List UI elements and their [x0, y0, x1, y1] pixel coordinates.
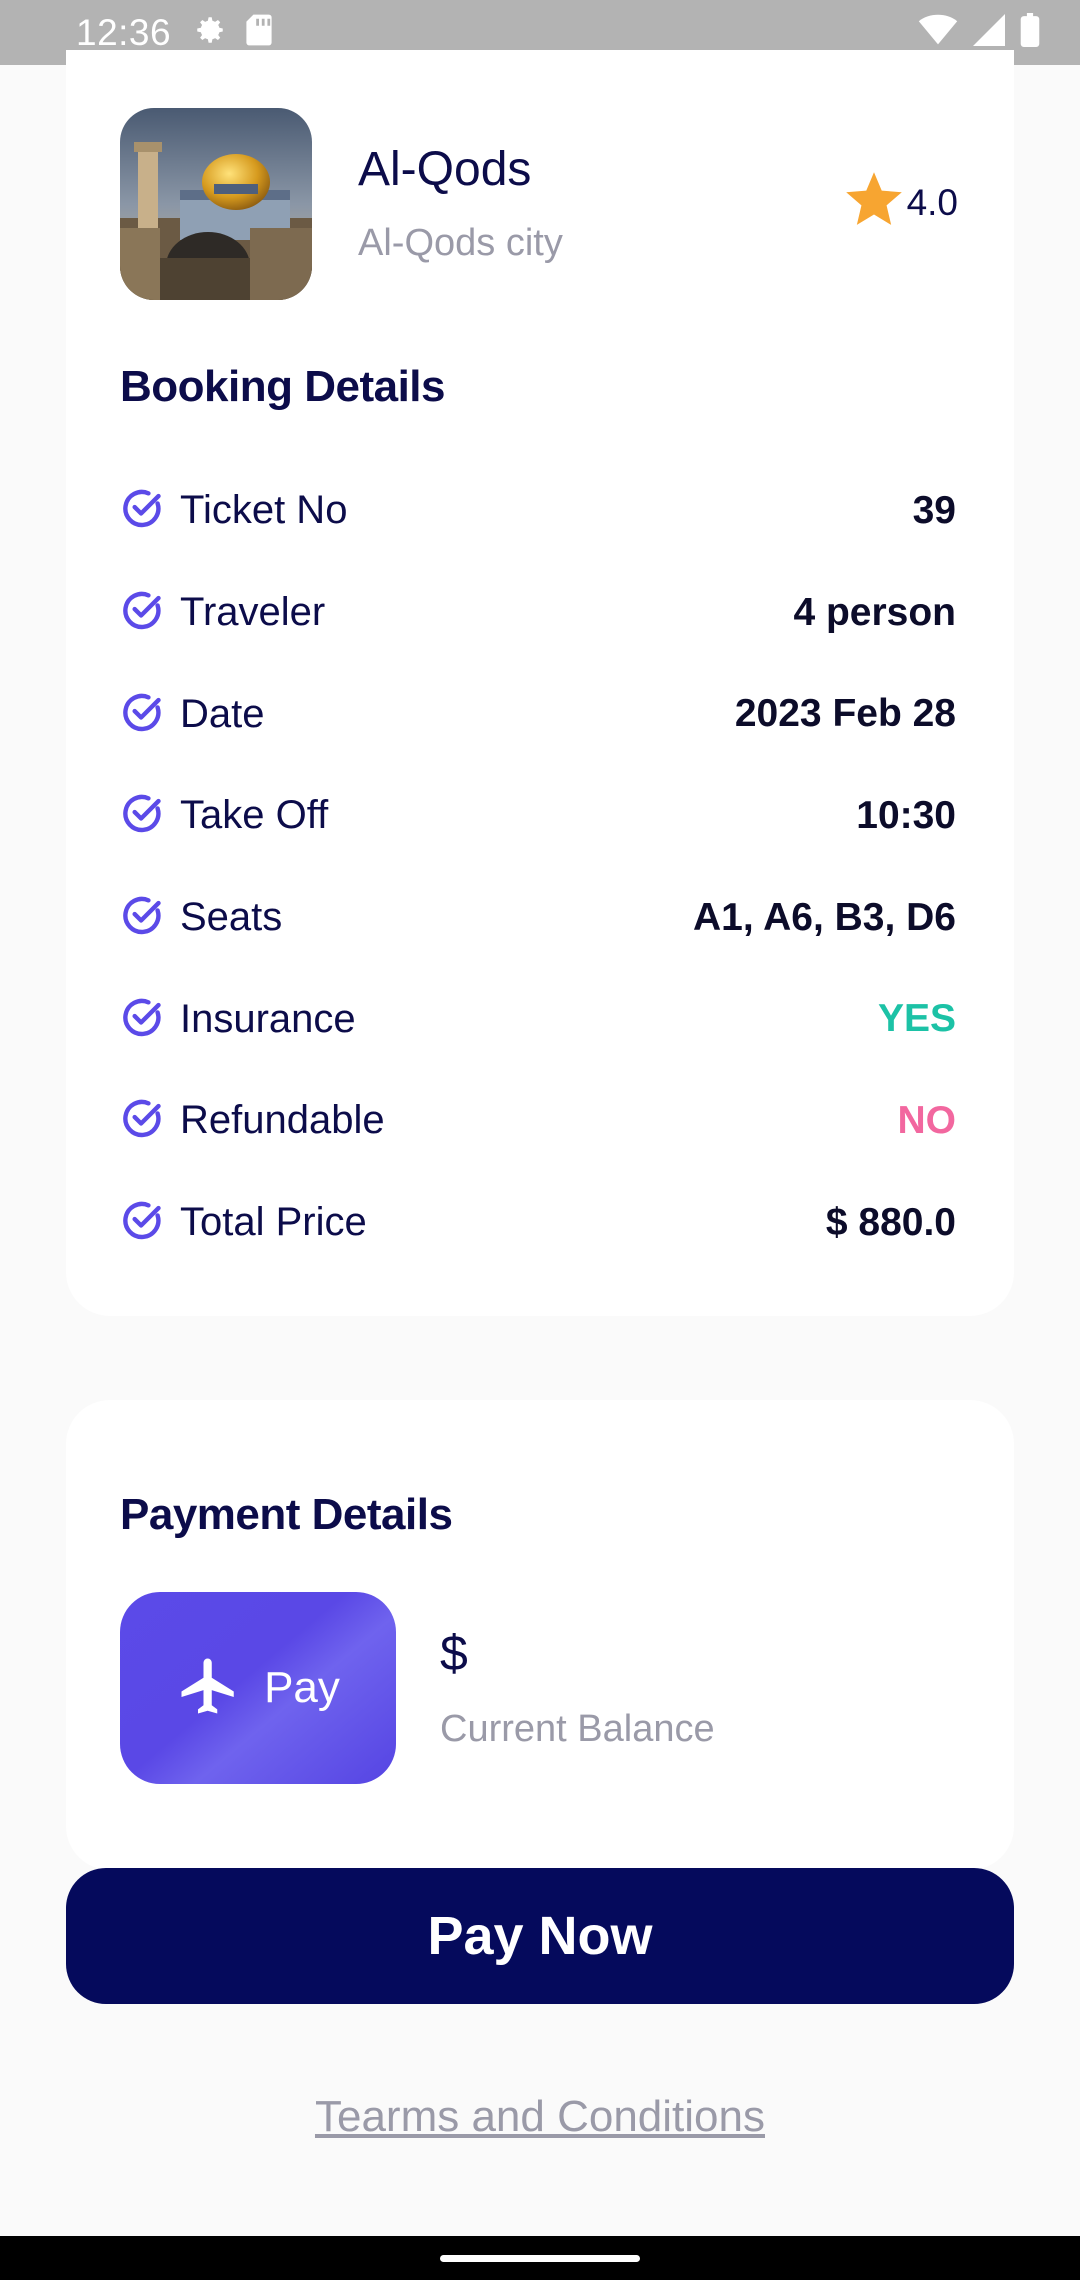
booking-details-title: Booking Details — [120, 362, 446, 411]
detail-row-take-off: Take Off 10:30 — [120, 765, 956, 867]
balance-label: Current Balance — [440, 1708, 715, 1750]
rating: 4.0 — [845, 172, 958, 233]
detail-value: 4 person — [793, 590, 956, 634]
navigation-bar — [0, 2236, 1080, 2280]
check-circle-icon — [120, 791, 164, 840]
balance-amount: $ — [440, 1625, 468, 1681]
detail-value: NO — [897, 1098, 957, 1142]
check-circle-icon — [120, 588, 164, 637]
detail-row-seats: Seats A1, A6, B3, D6 — [120, 867, 956, 969]
battery-icon — [1020, 13, 1040, 52]
sd-card-icon — [245, 13, 273, 52]
payment-details-title: Payment Details — [120, 1490, 453, 1539]
rating-value: 4.0 — [906, 181, 958, 223]
pay-tile-label: Pay — [264, 1663, 340, 1712]
check-circle-icon — [120, 995, 164, 1044]
detail-label: Total Price — [180, 1200, 367, 1245]
detail-row-date: Date 2023 Feb 28 — [120, 663, 956, 765]
home-indicator[interactable] — [440, 2255, 640, 2262]
gear-icon — [193, 13, 227, 52]
place-name: Al-Qods — [358, 143, 532, 196]
detail-value: YES — [877, 997, 956, 1041]
detail-value: 2023 Feb 28 — [734, 692, 956, 736]
check-circle-icon — [120, 1198, 164, 1247]
detail-value: 39 — [912, 488, 956, 532]
detail-label: Date — [180, 691, 265, 736]
star-icon — [845, 172, 903, 233]
check-circle-icon — [120, 893, 164, 942]
place-city: Al-Qods city — [358, 222, 563, 264]
detail-value: $ 880.0 — [825, 1200, 956, 1244]
wifi-icon — [918, 14, 958, 51]
detail-label: Insurance — [180, 996, 356, 1041]
detail-value: A1, A6, B3, D6 — [693, 895, 956, 939]
pay-method-tile[interactable]: Pay — [120, 1592, 396, 1784]
detail-row-insurance: Insurance YES — [120, 968, 956, 1070]
booking-card: Al-Qods Al-Qods city 4.0 Booking Details… — [66, 50, 1014, 1316]
detail-label: Take Off — [180, 793, 329, 838]
airplane-icon — [176, 1653, 242, 1724]
payment-card: Payment Details Pay $ Current Balance — [66, 1400, 1014, 1870]
check-circle-icon — [120, 1096, 164, 1145]
detail-label: Ticket No — [180, 488, 348, 533]
detail-row-refundable: Refundable NO — [120, 1070, 956, 1172]
detail-label: Traveler — [180, 590, 326, 635]
detail-row-ticket-no: Ticket No 39 — [120, 460, 956, 562]
pay-now-button[interactable]: Pay Now — [66, 1868, 1014, 2004]
signal-icon — [972, 14, 1006, 51]
status-time: 12:36 — [76, 11, 172, 53]
detail-label: Refundable — [180, 1098, 385, 1143]
check-circle-icon — [120, 690, 164, 739]
terms-link[interactable]: Tearms and Conditions — [0, 2092, 1080, 2142]
destination-image — [120, 108, 312, 300]
booking-details-list: Ticket No 39 Traveler 4 person Date 2023… — [120, 460, 956, 1274]
detail-row-traveler: Traveler 4 person — [120, 562, 956, 664]
detail-label: Seats — [180, 895, 283, 940]
detail-row-total-price: Total Price $ 880.0 — [120, 1172, 956, 1274]
check-circle-icon — [120, 486, 164, 535]
detail-value: 10:30 — [856, 793, 956, 837]
